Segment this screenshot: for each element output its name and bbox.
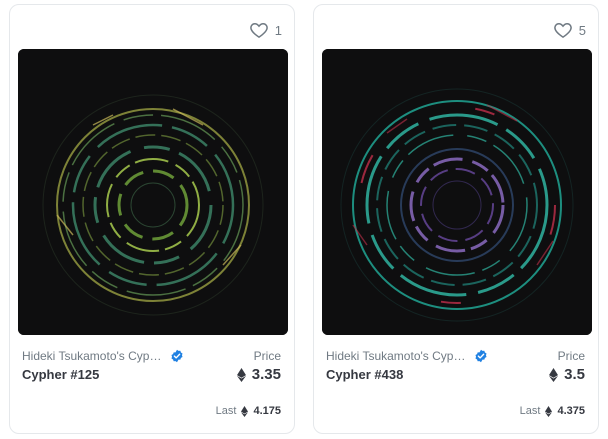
ethereum-icon xyxy=(236,367,246,382)
nft-artwork[interactable] xyxy=(322,49,592,335)
collection-name: Hideki Tsukamoto's Cypher xyxy=(22,349,164,363)
price-label: Price xyxy=(253,349,281,363)
last-label: Last xyxy=(215,405,237,417)
item-name[interactable]: Cypher #438 xyxy=(326,367,403,382)
favorite-count: 5 xyxy=(578,22,586,38)
artwork-image xyxy=(18,49,288,335)
nft-card[interactable]: 1 Hideki Tsukamoto's Cypher Cypher #125 … xyxy=(9,4,295,434)
collection-name: Hideki Tsukamoto's Cypher xyxy=(326,349,468,363)
last-price: 4.175 xyxy=(253,405,281,417)
collection-link[interactable]: Hideki Tsukamoto's Cypher xyxy=(326,349,488,363)
item-name[interactable]: Cypher #125 xyxy=(22,367,99,382)
nft-card[interactable]: 5 Hideki Tsukamoto's Cypher Cypher #438 … xyxy=(313,4,599,434)
price-value: 3.5 xyxy=(549,366,585,383)
last-label: Last xyxy=(519,405,541,417)
favorite-button[interactable]: 1 xyxy=(249,19,282,41)
last-price: 4.375 xyxy=(557,405,585,417)
price-value: 3.35 xyxy=(236,366,281,383)
ethereum-icon xyxy=(549,367,559,382)
verified-badge-icon xyxy=(475,349,487,363)
last-sale: Last 4.375 xyxy=(520,405,585,417)
ethereum-icon xyxy=(241,405,249,417)
heart-icon xyxy=(553,22,572,38)
artwork-image xyxy=(322,49,592,335)
collection-link[interactable]: Hideki Tsukamoto's Cypher xyxy=(22,349,184,363)
ethereum-icon xyxy=(545,405,553,417)
price-label: Price xyxy=(557,349,585,363)
verified-badge-icon xyxy=(171,349,183,363)
last-sale: Last 4.175 xyxy=(216,405,281,417)
price-amount: 3.35 xyxy=(251,366,281,383)
price-amount: 3.5 xyxy=(564,366,585,383)
favorite-button[interactable]: 5 xyxy=(553,19,586,41)
nft-artwork[interactable] xyxy=(18,49,288,335)
heart-icon xyxy=(249,22,268,38)
favorite-count: 1 xyxy=(274,22,282,38)
